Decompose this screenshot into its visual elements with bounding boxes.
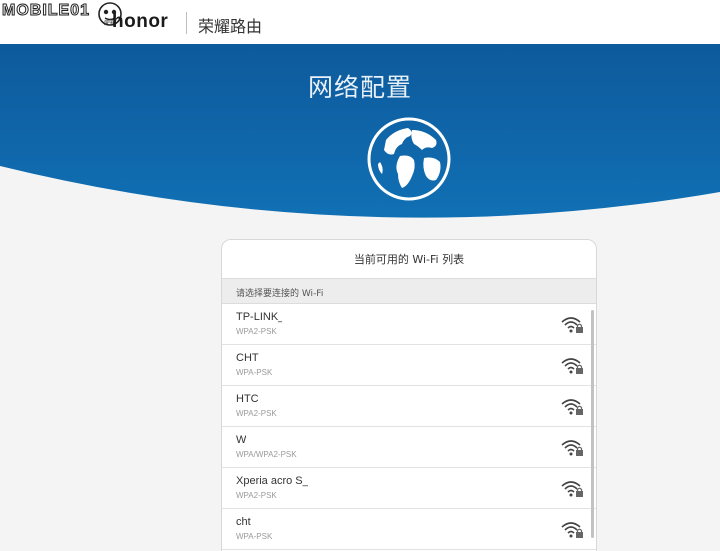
wifi-locked-icon [561, 481, 583, 497]
wifi-locked-icon [561, 399, 583, 415]
wifi-network-row[interactable]: TP-LINK_ WPA2-PSK [222, 304, 596, 345]
top-header: MOBILE01 荣耀 honor 荣耀路由 [0, 0, 720, 44]
redaction-mask [252, 514, 284, 529]
redaction-mask [260, 391, 286, 406]
wifi-security: WPA2-PSK [236, 327, 277, 336]
wifi-security: WPA2-PSK [236, 409, 277, 418]
wifi-ssid: W [236, 434, 247, 446]
wifi-network-row[interactable]: W WPA/WPA2-PSK [222, 427, 596, 468]
wifi-list-subtitle: 请选择要连接的 Wi-Fi [236, 289, 324, 299]
wifi-list-card: 当前可用的 Wi-Fi 列表 请选择要连接的 Wi-Fi TP-LINK_ WP… [221, 239, 597, 551]
wifi-ssid: cht [236, 516, 251, 528]
redaction-mask [282, 310, 304, 324]
redaction-mask [260, 350, 294, 365]
wifi-list-title: 当前可用的 Wi-Fi 列表 [353, 253, 465, 266]
wifi-network-row[interactable]: HTC WPA2-PSK [222, 386, 596, 427]
wifi-list-subheader: 请选择要连接的 Wi-Fi [222, 278, 596, 304]
wifi-list-scrollbar[interactable] [591, 310, 594, 538]
wifi-locked-icon [561, 522, 583, 538]
wifi-ssid: Xperia acro S_ [236, 475, 309, 487]
wifi-network-row[interactable]: CHT WPA-PSK [222, 345, 596, 386]
product-name: 荣耀路由 [198, 17, 263, 36]
wifi-network-row[interactable]: Xperia acro S_ WPA2-PSK [222, 468, 596, 509]
page-title: 网络配置 [307, 73, 412, 102]
wifi-ssid: TP-LINK_ [236, 311, 285, 323]
wifi-security: WPA-PSK [236, 368, 273, 377]
wifi-ssid: CHT [236, 352, 259, 364]
wifi-locked-icon [561, 440, 583, 456]
redaction-mask [308, 473, 334, 497]
wifi-locked-icon [561, 358, 583, 374]
wifi-network-row[interactable]: cht WPA-PSK [222, 509, 596, 550]
wifi-security: WPA-PSK [236, 532, 273, 541]
wifi-security: WPA/WPA2-PSK [236, 450, 297, 459]
wifi-security: WPA2-PSK [236, 491, 277, 500]
globe-icon [367, 117, 451, 201]
header-divider [186, 12, 187, 34]
watermark-text: MOBILE01 [1, 2, 91, 20]
wifi-locked-icon [561, 317, 583, 333]
honor-logo[interactable]: honor [112, 11, 168, 33]
redaction-mask [246, 432, 274, 447]
wifi-ssid: HTC [236, 393, 259, 405]
